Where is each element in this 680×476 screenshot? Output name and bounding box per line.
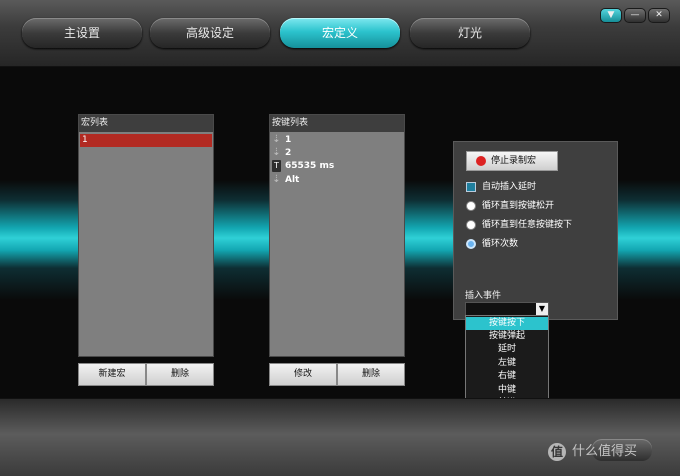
key-list-item[interactable]: T 65535 ms — [272, 159, 334, 173]
radio-selected-icon — [466, 238, 476, 249]
new-macro-button[interactable]: 新建宏 — [78, 363, 146, 386]
macro-list-title: 宏列表 — [79, 115, 213, 132]
tab-lighting[interactable]: 灯光 — [410, 18, 530, 48]
radio-icon — [466, 219, 476, 230]
watermark: 值什么值得买 — [548, 440, 637, 461]
record-dot-icon — [476, 156, 486, 166]
watermark-text: 什么值得买 — [572, 444, 638, 459]
minimize-icon[interactable]: — — [624, 8, 646, 23]
edit-key-button[interactable]: 修改 — [269, 363, 337, 386]
insert-event-select[interactable]: ▼ — [465, 302, 549, 316]
dropdown-item[interactable]: 右键 — [466, 370, 548, 383]
dropdown-item[interactable]: 左键 — [466, 357, 548, 370]
stop-record-button[interactable]: 停止录制宏 — [466, 151, 558, 171]
tab-main-settings[interactable]: 主设置 — [22, 18, 142, 48]
dropdown-item[interactable]: 延时 — [466, 343, 548, 356]
radio-icon — [466, 200, 476, 211]
checkbox-checked-icon — [466, 181, 476, 192]
key-list-item[interactable]: ⇣ 1 — [272, 133, 291, 147]
key-list-title: 按键列表 — [270, 115, 404, 132]
top-navigation-bar: 主设置 高级设定 宏定义 灯光 ▼ — ✕ — [0, 0, 680, 67]
chevron-down-icon[interactable]: ▼ — [536, 303, 548, 315]
key-list-item[interactable]: ⇣ Alt — [272, 173, 299, 187]
auto-insert-delay-checkbox[interactable]: 自动插入延时 — [466, 180, 536, 194]
macro-list-panel: 宏列表 1 — [78, 114, 214, 357]
bottom-bar — [0, 398, 680, 476]
collapse-icon[interactable]: ▼ — [600, 8, 622, 23]
delay-icon: T — [272, 159, 281, 172]
delete-macro-button[interactable]: 删除 — [146, 363, 214, 386]
insert-event-label: 插入事件 — [465, 291, 502, 301]
tab-advanced-settings[interactable]: 高级设定 — [150, 18, 270, 48]
radio-loop-until-release[interactable]: 循环直到按键松开 — [466, 199, 554, 213]
key-list-panel: 按键列表 ⇣ 1 ⇣ 2 T 65535 ms ⇣ Alt — [269, 114, 405, 357]
watermark-logo-icon: 值 — [548, 442, 566, 461]
app-window: 主设置 高级设定 宏定义 灯光 ▼ — ✕ 宏列表 1 新建宏 删除 按键列表 … — [0, 0, 680, 476]
radio-loop-count[interactable]: 循环次数 — [466, 237, 518, 251]
stop-record-label: 停止录制宏 — [491, 156, 537, 166]
macro-list-item-selected[interactable]: 1 — [80, 134, 212, 147]
delete-key-button[interactable]: 删除 — [337, 363, 405, 386]
radio-loop-until-any-key[interactable]: 循环直到任意按键按下 — [466, 218, 572, 232]
key-list-item[interactable]: ⇣ 2 — [272, 146, 291, 160]
tab-macro-definition[interactable]: 宏定义 — [280, 18, 400, 48]
dropdown-item[interactable]: 按键按下 — [466, 317, 548, 330]
arrow-down-icon: ⇣ — [272, 146, 281, 158]
close-icon[interactable]: ✕ — [648, 8, 670, 23]
dropdown-item[interactable]: 按键弹起 — [466, 330, 548, 343]
dropdown-item[interactable]: 中键 — [466, 384, 548, 397]
arrow-down-icon: ⇣ — [272, 133, 281, 145]
arrow-down-icon: ⇣ — [272, 173, 281, 185]
